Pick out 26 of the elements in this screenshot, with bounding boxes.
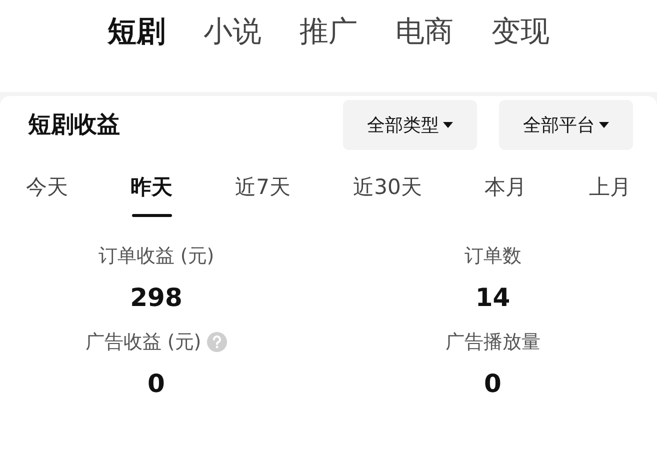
stat-value: 14 xyxy=(475,282,510,314)
stat-label: 订单数 xyxy=(464,244,522,269)
stat-label: 广告播放量 xyxy=(445,330,540,355)
period-tab[interactable]: 近7天 xyxy=(235,172,291,222)
filter-dropdown[interactable]: 全部平台 xyxy=(499,100,633,150)
period-tab[interactable]: 今天 xyxy=(26,172,68,222)
stat-value: 298 xyxy=(130,282,182,314)
period-tab[interactable]: 近30天 xyxy=(353,172,422,222)
caret-icon xyxy=(599,121,609,129)
top-tab[interactable]: 小说 xyxy=(204,10,262,54)
period-tab[interactable]: 上月 xyxy=(589,172,631,222)
stat-label: 广告收益 (元) xyxy=(85,330,202,355)
stat-label: 订单收益 (元) xyxy=(98,244,214,269)
tab-underline xyxy=(132,214,172,216)
card-title: 短剧收益 xyxy=(28,110,121,140)
filter-dropdown[interactable]: 全部类型 xyxy=(343,100,477,150)
top-tab[interactable]: 推广 xyxy=(300,10,358,54)
top-tab[interactable]: 电商 xyxy=(396,10,454,54)
help-icon[interactable] xyxy=(207,332,228,352)
stat-value: 0 xyxy=(148,368,165,400)
period-tab[interactable]: 昨天 xyxy=(130,172,173,222)
period-tab[interactable]: 本月 xyxy=(484,172,526,222)
top-tab[interactable]: 短剧 xyxy=(108,10,166,54)
caret-icon xyxy=(443,121,453,129)
top-tab[interactable]: 变现 xyxy=(492,10,550,54)
stat-value: 0 xyxy=(484,368,502,400)
